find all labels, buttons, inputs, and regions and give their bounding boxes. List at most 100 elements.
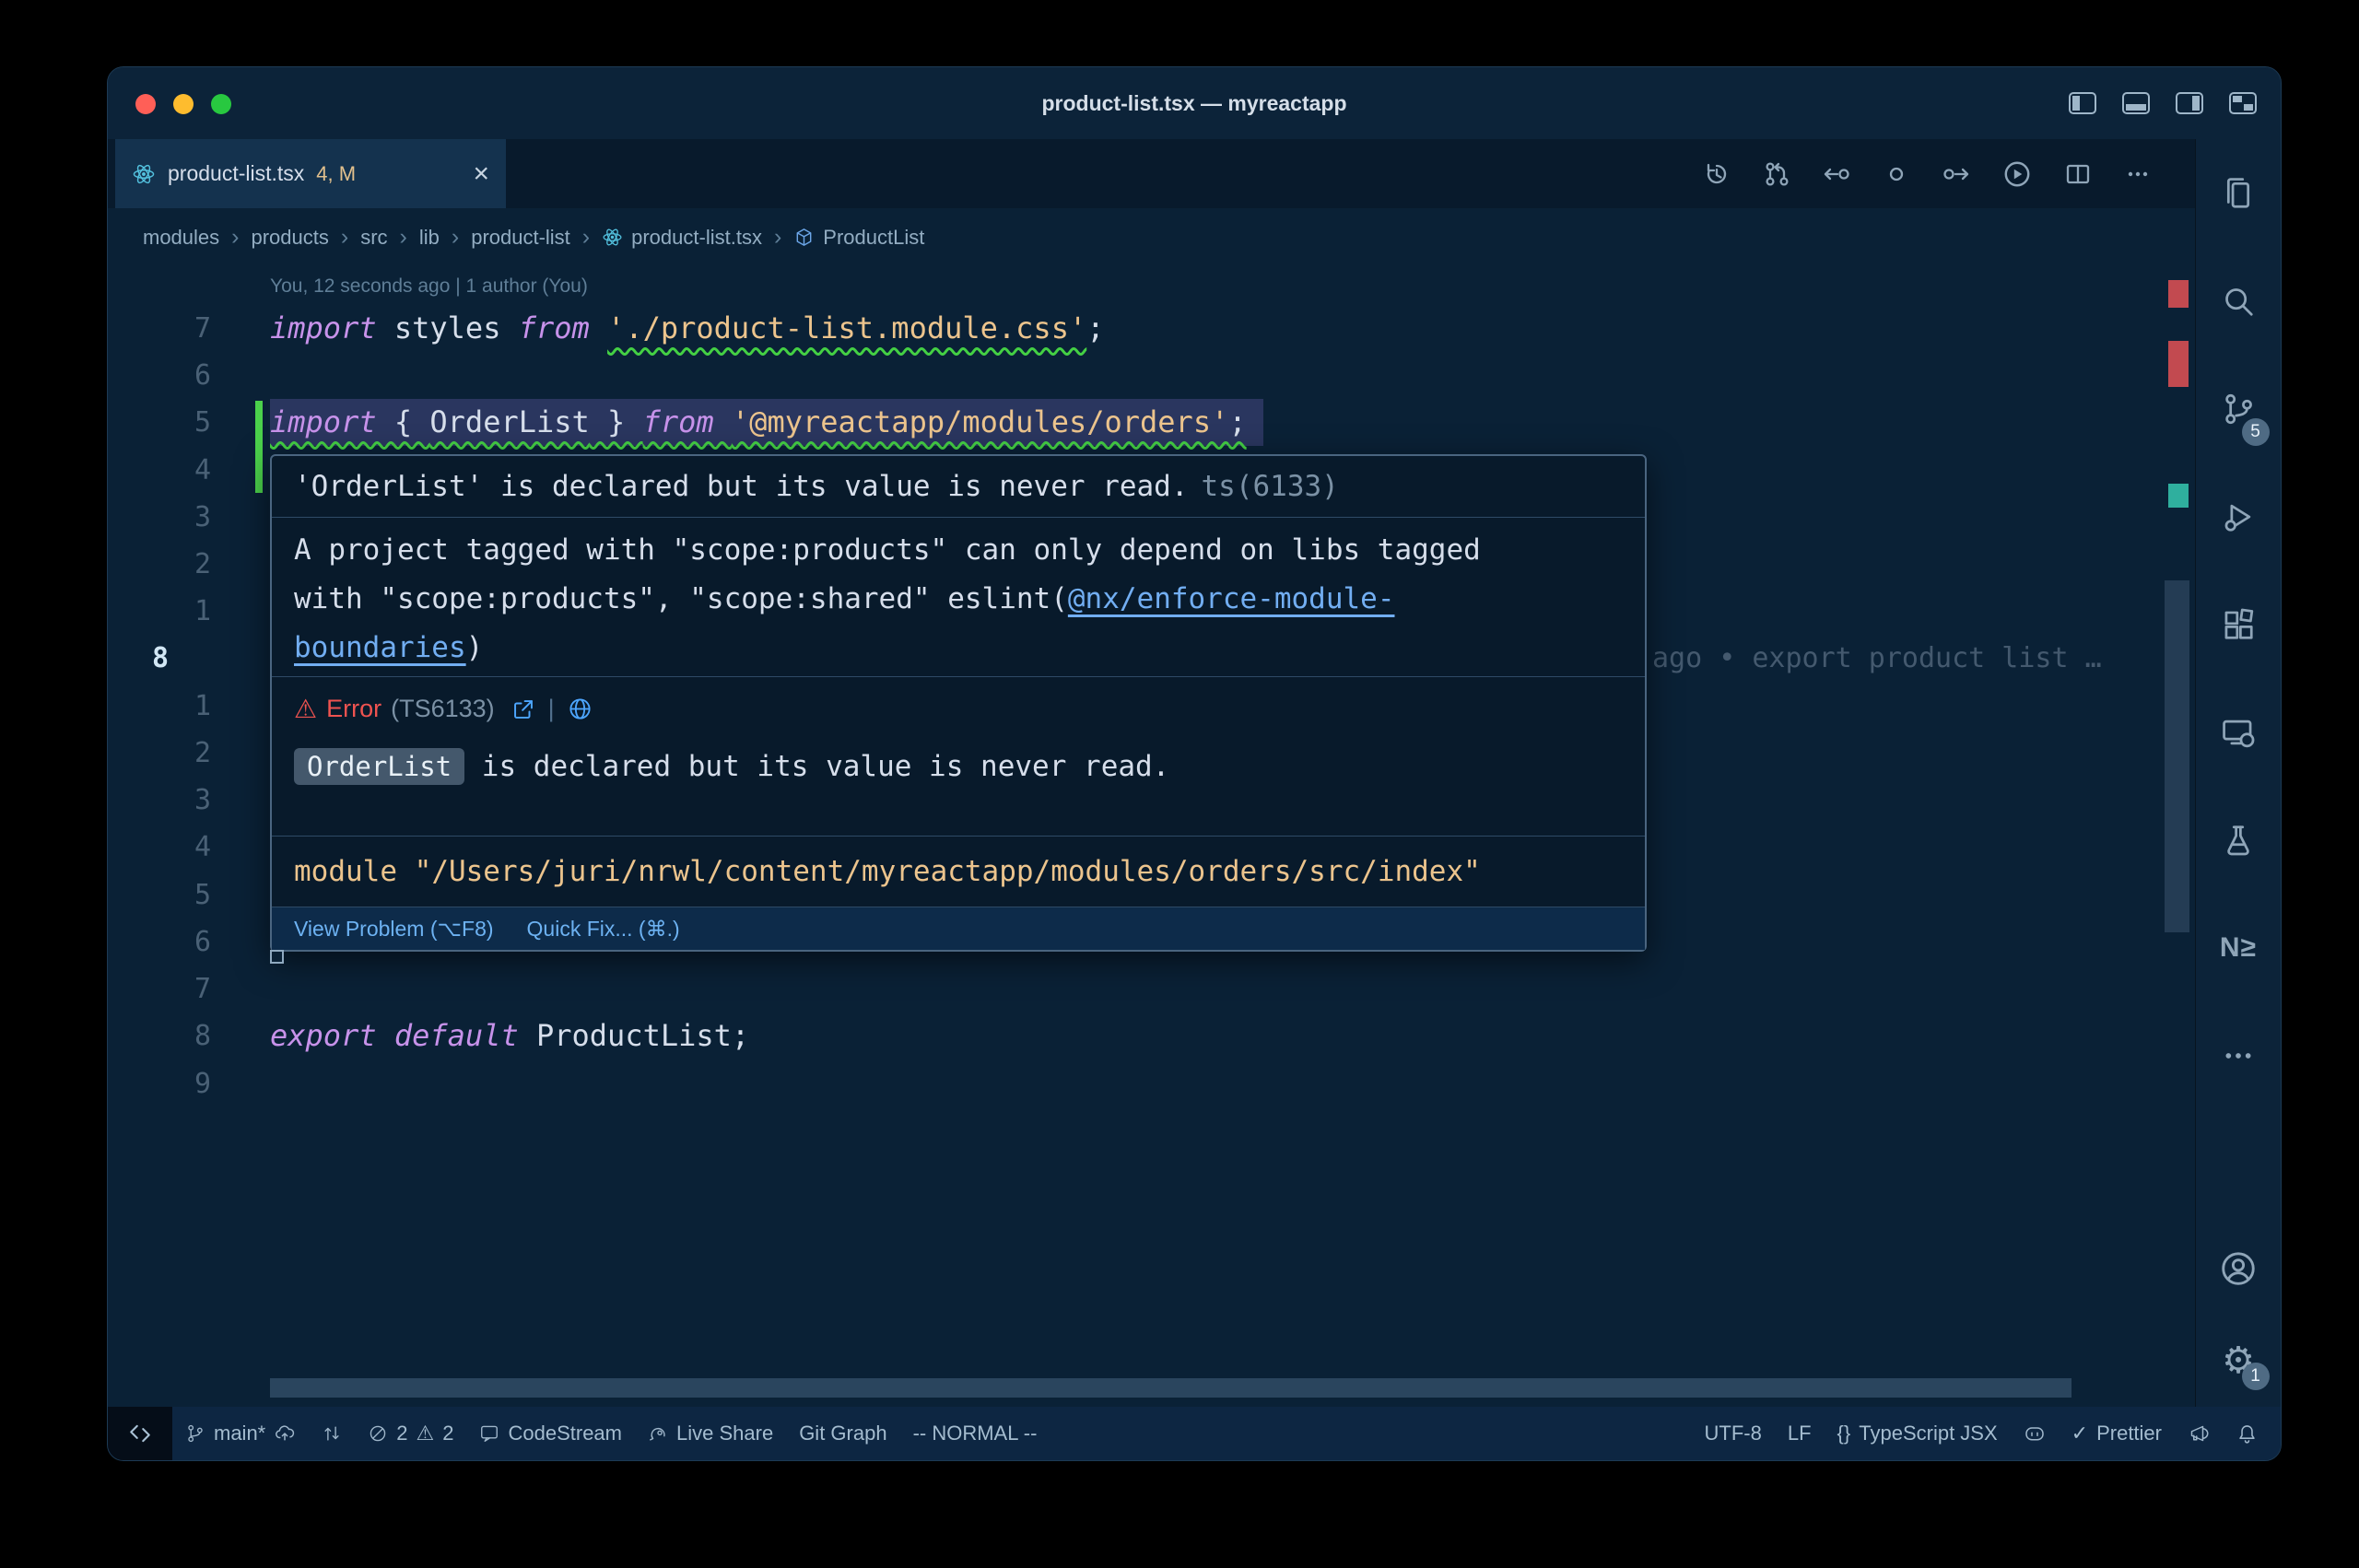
inline-blame-annotation: ago • export product list … xyxy=(1652,635,2102,682)
copilot-item[interactable] xyxy=(2011,1407,2059,1460)
tab-close-icon[interactable]: × xyxy=(473,160,489,188)
titlebar: product-list.tsx — myreactapp xyxy=(108,67,2281,139)
sidebar-item-remote-explorer[interactable] xyxy=(2196,678,2282,786)
codelens-blame[interactable]: You, 12 seconds ago | 1 author (You) xyxy=(270,268,588,305)
line-number[interactable]: 4 xyxy=(108,447,211,494)
vertical-scrollbar[interactable] xyxy=(2165,580,2189,932)
globe-icon[interactable] xyxy=(568,696,593,721)
line-number[interactable]: 5 xyxy=(108,399,211,446)
sidebar-item-source-control[interactable]: 5 xyxy=(2196,355,2282,462)
notifications-item[interactable] xyxy=(2223,1407,2271,1460)
line-number[interactable]: 8 xyxy=(108,1012,211,1059)
git-branch-item[interactable]: main* xyxy=(172,1407,309,1460)
sidebar-item-nx-console[interactable]: N≥ xyxy=(2196,894,2282,1001)
sidebar-item-extensions[interactable] xyxy=(2196,570,2282,678)
live-share-item[interactable]: Live Share xyxy=(635,1407,786,1460)
line-number[interactable]: 1 xyxy=(108,588,211,635)
more-actions-icon[interactable] xyxy=(2123,159,2153,189)
encoding-item[interactable]: UTF-8 xyxy=(1692,1407,1775,1460)
compare-branch-item[interactable] xyxy=(309,1407,355,1460)
line-number[interactable]: 1 xyxy=(108,683,211,730)
codestream-item[interactable]: CodeStream xyxy=(466,1407,635,1460)
code-line-import-styles[interactable]: import styles from './product-list.modul… xyxy=(270,305,1104,352)
settings-button[interactable]: ⚙ 1 xyxy=(2196,1315,2282,1407)
breadcrumb-item-src[interactable]: src xyxy=(360,226,387,250)
sidebar-item-testing[interactable] xyxy=(2196,786,2282,894)
navigate-back-icon[interactable] xyxy=(1822,159,1851,189)
breadcrumb-item-modules[interactable]: modules xyxy=(143,226,219,250)
vim-mode-item[interactable]: -- NORMAL -- xyxy=(900,1407,1050,1460)
eol-item[interactable]: LF xyxy=(1775,1407,1825,1460)
eslint-rule-link[interactable]: @nx/enforce-module- xyxy=(1068,582,1395,615)
hover-error-section: ⚠ Error(TS6133) | xyxy=(272,677,1645,837)
hover-resize-handle[interactable] xyxy=(270,950,284,964)
window-title: product-list.tsx — myreactapp xyxy=(108,67,2281,139)
current-line-number[interactable]: 8 xyxy=(108,635,211,682)
sidebar-item-explorer[interactable] xyxy=(2196,139,2282,247)
keyword-from: from xyxy=(519,310,607,345)
code-line-export-default[interactable]: export default ProductList; xyxy=(270,1012,749,1059)
customize-layout-icon[interactable] xyxy=(2229,92,2257,114)
prettier-item[interactable]: ✓ Prettier xyxy=(2059,1407,2175,1460)
line-number[interactable]: 9 xyxy=(108,1060,211,1107)
sidebar-item-run-debug[interactable] xyxy=(2196,462,2282,570)
accounts-button[interactable] xyxy=(2196,1223,2282,1315)
toggle-primary-sidebar-icon[interactable] xyxy=(2069,92,2096,114)
breadcrumb-item-symbol[interactable]: ProductList xyxy=(793,226,924,250)
compare-changes-icon[interactable] xyxy=(1762,159,1791,189)
keyword-default: default xyxy=(394,1018,536,1053)
line-number[interactable]: 3 xyxy=(108,494,211,541)
horizontal-scrollbar[interactable] xyxy=(270,1378,2071,1398)
breadcrumb-item-lib[interactable]: lib xyxy=(419,226,440,250)
more-views-icon xyxy=(2221,1038,2256,1073)
line-number[interactable]: 3 xyxy=(108,777,211,824)
hover-module-row: module "/Users/juri/nrwl/content/myreact… xyxy=(272,837,1645,907)
toggle-secondary-sidebar-icon[interactable] xyxy=(2176,92,2203,114)
breadcrumb-item-product-list[interactable]: product-list xyxy=(471,226,570,250)
activity-bar: 5 N≥ ⚙ 1 xyxy=(2195,139,2281,1407)
remote-indicator[interactable] xyxy=(108,1407,172,1460)
git-graph-item[interactable]: Git Graph xyxy=(786,1407,899,1460)
local-history-icon[interactable] xyxy=(1702,159,1731,189)
feedback-item[interactable] xyxy=(2175,1407,2223,1460)
code-line-import-orderlist[interactable]: import { OrderList } from '@myreactapp/m… xyxy=(270,399,1247,446)
line-number[interactable]: 4 xyxy=(108,824,211,871)
git-graph-label: Git Graph xyxy=(799,1422,886,1445)
line-number[interactable]: 2 xyxy=(108,541,211,588)
vim-mode-label: -- NORMAL -- xyxy=(913,1422,1038,1445)
module-keyword: module xyxy=(294,855,415,888)
split-editor-icon[interactable] xyxy=(2063,159,2093,189)
compare-icon xyxy=(322,1423,342,1444)
warning-icon: ⚠ xyxy=(417,1422,435,1445)
current-change-icon[interactable] xyxy=(1882,159,1911,189)
line-number[interactable]: 6 xyxy=(108,352,211,399)
line-number[interactable]: 7 xyxy=(108,305,211,352)
open-external-icon[interactable] xyxy=(511,697,535,721)
identifier-styles: styles xyxy=(394,310,519,345)
codestream-icon xyxy=(479,1423,499,1444)
feedback-icon xyxy=(2188,1422,2210,1445)
breadcrumb-item-file[interactable]: product-list.tsx xyxy=(602,226,762,250)
view-problem-button[interactable]: View Problem (⌥F8) xyxy=(294,917,494,942)
toggle-panel-icon[interactable] xyxy=(2122,92,2150,114)
breadcrumb-item-products[interactable]: products xyxy=(251,226,328,250)
line-number[interactable]: 2 xyxy=(108,730,211,777)
run-file-icon[interactable] xyxy=(2001,158,2033,190)
language-mode-item[interactable]: {} TypeScript JSX xyxy=(1825,1407,2011,1460)
eslint-rule-link[interactable]: boundaries xyxy=(294,631,466,664)
nx-console-icon: N≥ xyxy=(2220,932,2257,964)
prettier-label: Prettier xyxy=(2096,1422,2162,1445)
sidebar-item-more-views[interactable] xyxy=(2196,1001,2282,1109)
tab-product-list[interactable]: product-list.tsx 4, M × xyxy=(115,139,506,208)
problems-item[interactable]: 2 ⚠ 2 xyxy=(355,1407,466,1460)
line-number[interactable]: 5 xyxy=(108,872,211,919)
line-number[interactable]: 6 xyxy=(108,919,211,965)
navigate-forward-icon[interactable] xyxy=(1942,159,1971,189)
quick-fix-button[interactable]: Quick Fix... (⌘.) xyxy=(527,917,680,942)
module-path: "/Users/juri/nrwl/content/myreactapp/mod… xyxy=(415,855,1481,888)
separator: | xyxy=(548,695,555,723)
code-editor[interactable]: You, 12 seconds ago | 1 author (You) 7 6… xyxy=(108,266,2195,1407)
sidebar-item-search[interactable] xyxy=(2196,247,2282,355)
line-number[interactable]: 7 xyxy=(108,965,211,1012)
flask-icon xyxy=(2221,823,2256,858)
